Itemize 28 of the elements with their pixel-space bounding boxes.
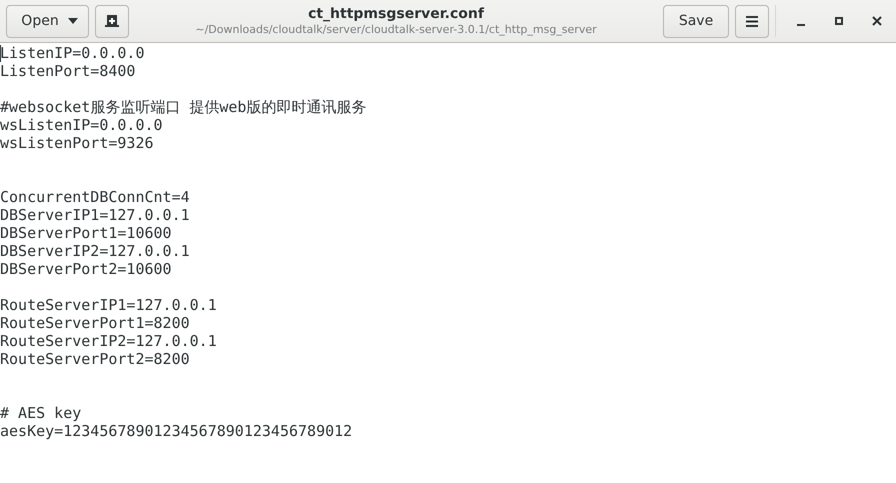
open-button[interactable]: Open <box>6 4 89 38</box>
code-line: RouteServerIP2=127.0.0.1 <box>0 332 217 350</box>
new-document-icon <box>105 15 119 27</box>
code-line: aesKey=12345678901234567890123456789012 <box>0 422 352 440</box>
code-line: RouteServerPort2=8200 <box>0 350 190 368</box>
code-line: # AES key <box>0 404 82 422</box>
code-line: RouteServerIP1=127.0.0.1 <box>0 296 217 314</box>
window-title: ct_httpmsgserver.conf <box>308 6 484 22</box>
minimize-icon <box>797 24 805 26</box>
maximize-icon <box>834 16 844 26</box>
code-line: ListenIP=0.0.0.0 <box>0 44 144 62</box>
code-line: DBServerIP1=127.0.0.1 <box>0 206 190 224</box>
caret-icon <box>68 18 78 24</box>
menu-icon <box>746 16 758 26</box>
code-line: wsListenIP=0.0.0.0 <box>0 116 163 134</box>
code-line: wsListenPort=9326 <box>0 134 154 152</box>
code-line: #websocket服务监听端口 提供web版的即时通讯服务 <box>0 98 366 116</box>
code-line: ListenPort=8400 <box>0 62 136 80</box>
code-line: DBServerPort1=10600 <box>0 224 172 242</box>
new-tab-button[interactable] <box>95 4 129 38</box>
code-line: DBServerIP2=127.0.0.1 <box>0 242 190 260</box>
menu-button[interactable] <box>735 4 769 38</box>
code-line: RouteServerPort1=8200 <box>0 314 190 332</box>
code-line: DBServerPort2=10600 <box>0 260 172 278</box>
save-button[interactable]: Save <box>663 4 729 38</box>
file-path: ~/Downloads/cloudtalk/server/cloudtalk-server-3.0.1/ct_http_msg_server <box>195 22 597 36</box>
close-icon <box>872 16 882 26</box>
code-line: ConcurrentDBConnCnt=4 <box>0 188 190 206</box>
